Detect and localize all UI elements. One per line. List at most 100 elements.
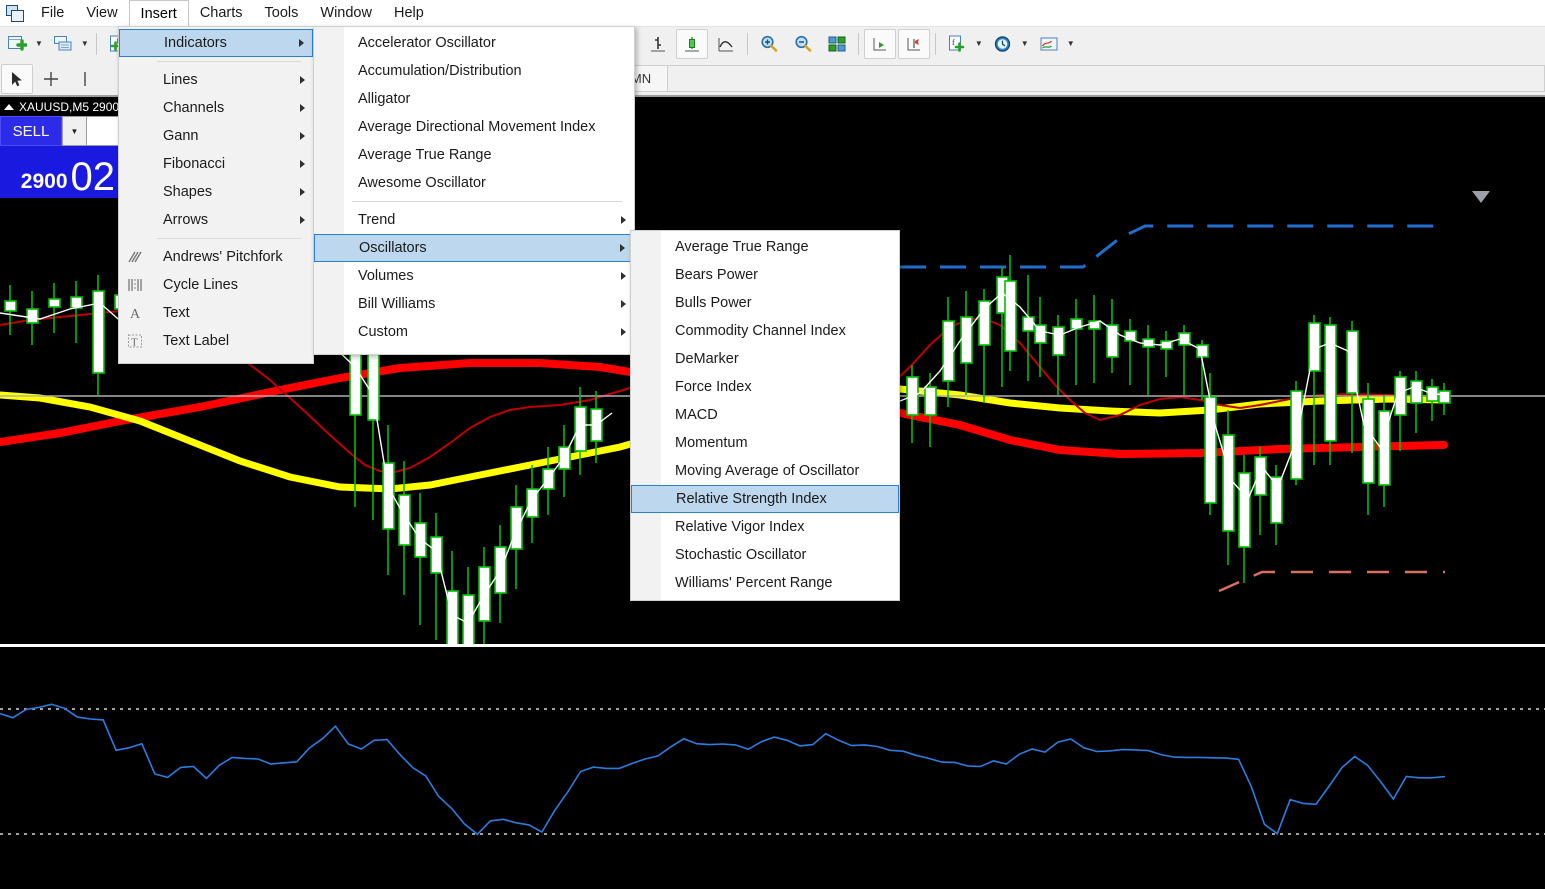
svg-text:T: T (131, 337, 138, 349)
menu-view[interactable]: View (75, 0, 128, 26)
menu-item-bulls-power[interactable]: Bulls Power (631, 289, 899, 317)
chart-shift-button[interactable] (897, 29, 930, 59)
menu-item-accelerator-oscillator[interactable]: Accelerator Oscillator (314, 29, 634, 57)
menu-item-label: Channels (163, 100, 225, 116)
menu-item-awesome-oscillator[interactable]: Awesome Oscillator (314, 169, 634, 197)
menu-item-gann[interactable]: Gann (119, 122, 313, 150)
collapse-triangle-icon[interactable] (4, 104, 14, 110)
menu-item-label: Gann (163, 128, 199, 144)
zoom-out-button[interactable] (787, 29, 819, 59)
chevron-right-icon (300, 76, 305, 84)
menu-item-shapes[interactable]: Shapes (119, 178, 313, 206)
menu-item-force-index[interactable]: Force Index (631, 373, 899, 401)
volume-dropdown-button[interactable]: ▼ (62, 116, 87, 146)
chevron-right-icon (300, 188, 305, 196)
auto-scroll-button[interactable] (863, 29, 896, 59)
menu-item-label: Alligator (358, 91, 411, 107)
text-icon: A (126, 304, 144, 322)
auto-scroll-icon (873, 38, 886, 51)
menu-item-lines[interactable]: Lines (119, 66, 313, 94)
menu-item-momentum[interactable]: Momentum (631, 429, 899, 457)
zoom-in-button[interactable] (753, 29, 785, 59)
menu-item-oscillators[interactable]: Oscillators (314, 234, 634, 262)
rsi-canvas (0, 647, 1545, 889)
menu-item-commodity-channel-index[interactable]: Commodity Channel Index (631, 317, 899, 345)
tile-windows-button[interactable] (821, 29, 853, 59)
profiles-caret-icon[interactable]: ▼ (81, 40, 89, 48)
menu-item-average-true-range[interactable]: Average True Range (314, 141, 634, 169)
menu-item-trend[interactable]: Trend (314, 206, 634, 234)
menu-item-label: Awesome Oscillator (358, 175, 486, 191)
menu-item-stochastic-oscillator[interactable]: Stochastic Oscillator (631, 541, 899, 569)
metatrader-icon (6, 4, 24, 22)
menu-tools[interactable]: Tools (254, 0, 310, 26)
menu-item-text-label[interactable]: T Text Label (119, 327, 313, 355)
menu-item-macd[interactable]: MACD (631, 401, 899, 429)
menu-help[interactable]: Help (383, 0, 435, 26)
chevron-right-icon (621, 328, 626, 336)
menu-item-cycle-lines[interactable]: Cycle Lines (119, 271, 313, 299)
insert-menu-popup[interactable]: Indicators Lines Channels Gann Fibonacci… (118, 26, 314, 364)
menu-item-bill-williams[interactable]: Bill Williams (314, 290, 634, 318)
crosshair-tool-button[interactable] (35, 64, 67, 94)
templates-caret-icon[interactable]: ▼ (1067, 40, 1075, 48)
vertical-line-tool-button[interactable] (69, 64, 101, 94)
indicators-icon: f (948, 35, 965, 52)
line-chart-button[interactable] (710, 29, 742, 59)
oscillators-submenu-popup[interactable]: Average True Range Bears Power Bulls Pow… (630, 230, 900, 601)
chevron-right-icon (300, 104, 305, 112)
menu-item-demarker[interactable]: DeMarker (631, 345, 899, 373)
indicators-button[interactable]: f (941, 29, 973, 59)
tile-windows-icon (828, 36, 846, 52)
rsi-panel[interactable]: RSI(14) 48.3669 (0, 647, 1545, 889)
periods-button[interactable] (987, 29, 1019, 59)
new-chart-button[interactable] (1, 29, 33, 59)
menu-item-indicators[interactable]: Indicators (119, 29, 313, 57)
menu-charts[interactable]: Charts (189, 0, 254, 26)
chevron-right-icon (300, 160, 305, 168)
menu-item-relative-strength-index[interactable]: Relative Strength Index (631, 485, 899, 513)
sell-button[interactable]: SELL (0, 116, 62, 146)
menu-item-label: Relative Strength Index (676, 491, 827, 507)
menu-bar[interactable]: File View Insert Charts Tools Window Hel… (0, 0, 1545, 27)
profiles-button[interactable] (47, 29, 79, 59)
menu-item-alligator[interactable]: Alligator (314, 85, 634, 113)
menu-item-average-directional-movement-index[interactable]: Average Directional Movement Index (314, 113, 634, 141)
chevron-right-icon (620, 244, 625, 252)
menu-item-label: Trend (358, 212, 396, 228)
menu-item-text[interactable]: A Text (119, 299, 313, 327)
menu-file[interactable]: File (30, 0, 75, 26)
volume-input[interactable] (87, 116, 120, 146)
menu-item-accumulation-distribution[interactable]: Accumulation/Distribution (314, 57, 634, 85)
pitchfork-icon (126, 248, 144, 266)
indicators-caret-icon[interactable]: ▼ (975, 40, 983, 48)
one-click-trading-panel[interactable]: XAUUSD,M5 2900 SELL ▼ 2900 02 (0, 98, 120, 198)
menu-item-label: Cycle Lines (163, 277, 238, 293)
menu-insert[interactable]: Insert (128, 0, 189, 27)
menu-item-label: Average Directional Movement Index (358, 119, 596, 135)
menu-item-williams-percent-range[interactable]: Williams' Percent Range (631, 569, 899, 597)
periods-caret-icon[interactable]: ▼ (1021, 40, 1029, 48)
cursor-tool-button[interactable] (1, 63, 33, 94)
candlestick-chart-button[interactable] (675, 29, 708, 59)
menu-item-moving-average-of-oscillator[interactable]: Moving Average of Oscillator (631, 457, 899, 485)
chevron-right-icon (621, 216, 626, 224)
menu-item-arrows[interactable]: Arrows (119, 206, 313, 234)
menu-item-relative-vigor-index[interactable]: Relative Vigor Index (631, 513, 899, 541)
menu-window[interactable]: Window (309, 0, 383, 26)
menu-item-andrews-pitchfork[interactable]: Andrews' Pitchfork (119, 243, 313, 271)
zoom-out-icon (795, 35, 812, 52)
new-chart-caret-icon[interactable]: ▼ (35, 40, 43, 48)
menu-item-custom[interactable]: Custom (314, 318, 634, 346)
menu-item-bears-power[interactable]: Bears Power (631, 261, 899, 289)
menu-item-fibonacci[interactable]: Fibonacci (119, 150, 313, 178)
menu-item-volumes[interactable]: Volumes (314, 262, 634, 290)
menu-item-channels[interactable]: Channels (119, 94, 313, 122)
menu-item-average-true-range[interactable]: Average True Range (631, 233, 899, 261)
menu-item-label: Volumes (358, 268, 414, 284)
bar-chart-button[interactable] (642, 29, 674, 59)
templates-button[interactable] (1033, 29, 1065, 59)
zoom-in-icon (761, 35, 778, 52)
indicators-submenu-popup[interactable]: Accelerator Oscillator Accumulation/Dist… (313, 26, 635, 355)
menu-item-label: Accelerator Oscillator (358, 35, 496, 51)
